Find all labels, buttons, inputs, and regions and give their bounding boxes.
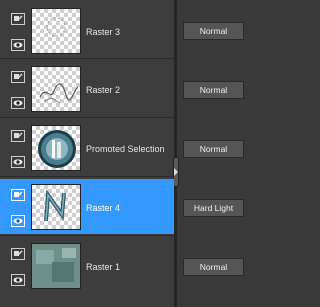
row-divider [0,117,174,118]
blend-mode-select[interactable]: Normal [183,81,244,99]
eye-icon[interactable] [11,97,25,109]
layer-thumbnail [31,125,81,171]
layer-name: Raster 2 [86,85,121,95]
row-divider [0,176,174,177]
layer-row-raster-4[interactable]: Raster 4 [0,179,174,234]
link-icon[interactable] [11,189,25,201]
row-divider [0,235,174,236]
link-icon[interactable] [11,71,25,83]
blend-mode-select[interactable]: Normal [183,258,244,276]
link-icon[interactable] [11,130,25,142]
layer-thumbnail [31,66,81,112]
layer-thumbnail [31,184,81,230]
eye-icon[interactable] [11,215,25,227]
expand-arrow-icon [174,168,178,176]
layer-row-raster-2[interactable]: Raster 2 [0,61,174,116]
layer-row-promoted-selection[interactable]: Promoted Selection [0,120,174,175]
layer-name: Raster 3 [86,27,121,37]
link-icon[interactable] [11,13,25,25]
layer-thumbnail [31,8,81,54]
layer-thumbnail [31,243,81,289]
eye-icon[interactable] [11,274,25,286]
layer-row-raster-1[interactable]: Raster 1 [0,238,174,293]
layer-row-raster-3[interactable]: Raster 3 [0,3,174,58]
layers-panel: Raster 3 Raster 2 Promoted Selection Ras… [0,0,247,307]
blend-mode-select[interactable]: Normal [183,22,244,40]
row-divider [0,58,174,59]
link-icon[interactable] [11,248,25,260]
splitter[interactable] [174,0,177,307]
eye-icon[interactable] [11,39,25,51]
layer-name: Promoted Selection [86,144,165,154]
layer-name: Raster 4 [86,203,121,213]
blend-mode-select[interactable]: Normal [183,140,244,158]
blend-mode-select[interactable]: Hard Light [183,199,244,217]
eye-icon[interactable] [11,156,25,168]
layer-name: Raster 1 [86,262,121,272]
